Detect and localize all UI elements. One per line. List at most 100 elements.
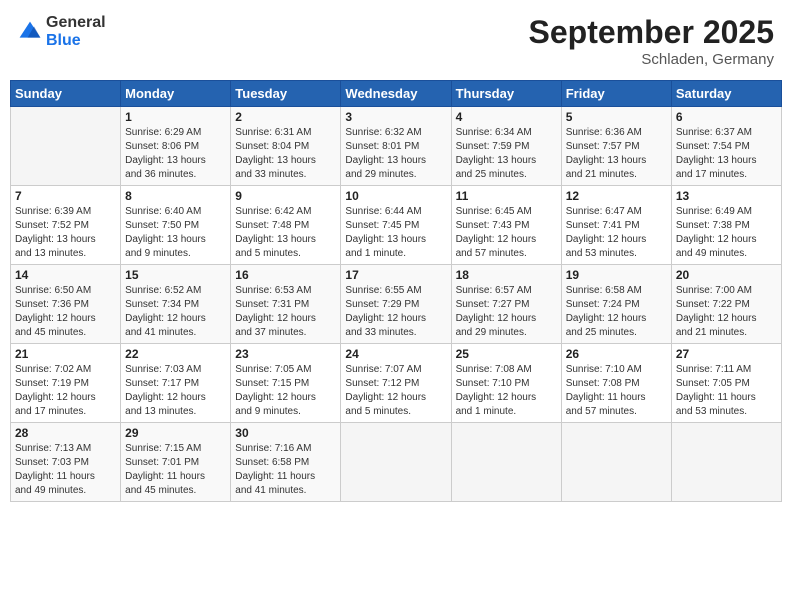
day-info: Sunrise: 6:44 AM Sunset: 7:45 PM Dayligh…: [345, 205, 446, 261]
day-info: Sunrise: 6:29 AM Sunset: 8:06 PM Dayligh…: [125, 126, 226, 182]
calendar-cell: 14 Sunrise: 6:50 AM Sunset: 7:36 PM Dayli…: [11, 265, 121, 344]
calendar-cell: 23 Sunrise: 7:05 AM Sunset: 7:15 PM Dayli…: [231, 344, 341, 423]
day-number: 21: [15, 347, 116, 361]
day-info: Sunrise: 6:34 AM Sunset: 7:59 PM Dayligh…: [456, 126, 557, 182]
day-number: 18: [456, 268, 557, 282]
weekday-header-row: SundayMondayTuesdayWednesdayThursdayFrid…: [11, 81, 782, 107]
logo-blue-text: Blue: [46, 32, 106, 50]
day-info: Sunrise: 7:02 AM Sunset: 7:19 PM Dayligh…: [15, 363, 116, 419]
day-info: Sunrise: 6:36 AM Sunset: 7:57 PM Dayligh…: [566, 126, 667, 182]
logo-icon: [18, 20, 42, 44]
day-info: Sunrise: 7:13 AM Sunset: 7:03 PM Dayligh…: [15, 442, 116, 498]
calendar-cell: 4 Sunrise: 6:34 AM Sunset: 7:59 PM Daylig…: [451, 107, 561, 186]
day-number: 3: [345, 110, 446, 124]
day-number: 1: [125, 110, 226, 124]
day-number: 6: [676, 110, 777, 124]
calendar-cell: 7Sunrise: 6:39 AM Sunset: 7:52 PM Daylig…: [11, 186, 121, 265]
day-number: 4: [456, 110, 557, 124]
calendar-cell: 25 Sunrise: 7:08 AM Sunset: 7:10 PM Dayli…: [451, 344, 561, 423]
day-info: Sunrise: 6:42 AM Sunset: 7:48 PM Dayligh…: [235, 205, 336, 261]
calendar-cell: 18 Sunrise: 6:57 AM Sunset: 7:27 PM Dayli…: [451, 265, 561, 344]
day-number: 17: [345, 268, 446, 282]
calendar-cell: 11 Sunrise: 6:45 AM Sunset: 7:43 PM Dayli…: [451, 186, 561, 265]
day-number: 29: [125, 426, 226, 440]
day-info: Sunrise: 6:57 AM Sunset: 7:27 PM Dayligh…: [456, 284, 557, 340]
calendar-cell: 22Sunrise: 7:03 AM Sunset: 7:17 PM Dayli…: [121, 344, 231, 423]
day-info: Sunrise: 6:40 AM Sunset: 7:50 PM Dayligh…: [125, 205, 226, 261]
calendar-cell: 24Sunrise: 7:07 AM Sunset: 7:12 PM Dayli…: [341, 344, 451, 423]
day-number: 20: [676, 268, 777, 282]
weekday-header-friday: Friday: [561, 81, 671, 107]
calendar-cell: 19 Sunrise: 6:58 AM Sunset: 7:24 PM Dayli…: [561, 265, 671, 344]
day-number: 25: [456, 347, 557, 361]
day-number: 13: [676, 189, 777, 203]
day-info: Sunrise: 7:00 AM Sunset: 7:22 PM Dayligh…: [676, 284, 777, 340]
calendar-cell: 2Sunrise: 6:31 AM Sunset: 8:04 PM Daylig…: [231, 107, 341, 186]
day-info: Sunrise: 6:37 AM Sunset: 7:54 PM Dayligh…: [676, 126, 777, 182]
day-number: 9: [235, 189, 336, 203]
day-number: 15: [125, 268, 226, 282]
calendar-cell: 1 Sunrise: 6:29 AM Sunset: 8:06 PM Daylig…: [121, 107, 231, 186]
day-number: 11: [456, 189, 557, 203]
logo-general-text: General: [46, 14, 106, 32]
day-number: 12: [566, 189, 667, 203]
calendar-cell: 9 Sunrise: 6:42 AM Sunset: 7:48 PM Daylig…: [231, 186, 341, 265]
day-number: 8: [125, 189, 226, 203]
calendar-table: SundayMondayTuesdayWednesdayThursdayFrid…: [10, 80, 782, 502]
day-number: 14: [15, 268, 116, 282]
day-info: Sunrise: 7:11 AM Sunset: 7:05 PM Dayligh…: [676, 363, 777, 419]
month-title: September 2025: [529, 14, 774, 51]
calendar-cell: 5 Sunrise: 6:36 AM Sunset: 7:57 PM Daylig…: [561, 107, 671, 186]
day-info: Sunrise: 6:45 AM Sunset: 7:43 PM Dayligh…: [456, 205, 557, 261]
day-number: 28: [15, 426, 116, 440]
weekday-header-tuesday: Tuesday: [231, 81, 341, 107]
day-info: Sunrise: 6:58 AM Sunset: 7:24 PM Dayligh…: [566, 284, 667, 340]
weekday-header-monday: Monday: [121, 81, 231, 107]
week-row-5: 28 Sunrise: 7:13 AM Sunset: 7:03 PM Dayli…: [11, 423, 782, 502]
day-number: 26: [566, 347, 667, 361]
day-info: Sunrise: 6:49 AM Sunset: 7:38 PM Dayligh…: [676, 205, 777, 261]
day-info: Sunrise: 7:15 AM Sunset: 7:01 PM Dayligh…: [125, 442, 226, 498]
day-info: Sunrise: 6:52 AM Sunset: 7:34 PM Dayligh…: [125, 284, 226, 340]
week-row-4: 21 Sunrise: 7:02 AM Sunset: 7:19 PM Dayli…: [11, 344, 782, 423]
logo: General Blue: [18, 14, 106, 49]
day-number: 2: [235, 110, 336, 124]
day-number: 16: [235, 268, 336, 282]
day-info: Sunrise: 6:32 AM Sunset: 8:01 PM Dayligh…: [345, 126, 446, 182]
calendar-cell: 17 Sunrise: 6:55 AM Sunset: 7:29 PM Dayli…: [341, 265, 451, 344]
calendar-cell: 8 Sunrise: 6:40 AM Sunset: 7:50 PM Daylig…: [121, 186, 231, 265]
calendar-cell: [561, 423, 671, 502]
day-info: Sunrise: 6:55 AM Sunset: 7:29 PM Dayligh…: [345, 284, 446, 340]
calendar-cell: 10 Sunrise: 6:44 AM Sunset: 7:45 PM Dayli…: [341, 186, 451, 265]
day-number: 30: [235, 426, 336, 440]
day-number: 7: [15, 189, 116, 203]
calendar-cell: [341, 423, 451, 502]
day-number: 19: [566, 268, 667, 282]
calendar-cell: 16 Sunrise: 6:53 AM Sunset: 7:31 PM Dayli…: [231, 265, 341, 344]
day-info: Sunrise: 7:10 AM Sunset: 7:08 PM Dayligh…: [566, 363, 667, 419]
calendar-cell: [11, 107, 121, 186]
calendar-cell: 6 Sunrise: 6:37 AM Sunset: 7:54 PM Daylig…: [671, 107, 781, 186]
day-info: Sunrise: 7:16 AM Sunset: 6:58 PM Dayligh…: [235, 442, 336, 498]
day-number: 10: [345, 189, 446, 203]
day-info: Sunrise: 7:08 AM Sunset: 7:10 PM Dayligh…: [456, 363, 557, 419]
calendar-cell: 26 Sunrise: 7:10 AM Sunset: 7:08 PM Dayli…: [561, 344, 671, 423]
day-info: Sunrise: 6:50 AM Sunset: 7:36 PM Dayligh…: [15, 284, 116, 340]
day-info: Sunrise: 6:53 AM Sunset: 7:31 PM Dayligh…: [235, 284, 336, 340]
calendar-cell: 15 Sunrise: 6:52 AM Sunset: 7:34 PM Dayli…: [121, 265, 231, 344]
location-title: Schladen, Germany: [529, 51, 774, 68]
day-number: 5: [566, 110, 667, 124]
week-row-2: 7Sunrise: 6:39 AM Sunset: 7:52 PM Daylig…: [11, 186, 782, 265]
calendar-cell: 20 Sunrise: 7:00 AM Sunset: 7:22 PM Dayli…: [671, 265, 781, 344]
calendar-cell: 3 Sunrise: 6:32 AM Sunset: 8:01 PM Daylig…: [341, 107, 451, 186]
week-row-3: 14 Sunrise: 6:50 AM Sunset: 7:36 PM Dayli…: [11, 265, 782, 344]
day-info: Sunrise: 7:05 AM Sunset: 7:15 PM Dayligh…: [235, 363, 336, 419]
page-header: General Blue September 2025 Schladen, Ge…: [10, 10, 782, 72]
day-info: Sunrise: 6:47 AM Sunset: 7:41 PM Dayligh…: [566, 205, 667, 261]
day-info: Sunrise: 7:03 AM Sunset: 7:17 PM Dayligh…: [125, 363, 226, 419]
day-number: 23: [235, 347, 336, 361]
calendar-cell: 28 Sunrise: 7:13 AM Sunset: 7:03 PM Dayli…: [11, 423, 121, 502]
calendar-cell: 29 Sunrise: 7:15 AM Sunset: 7:01 PM Dayli…: [121, 423, 231, 502]
weekday-header-saturday: Saturday: [671, 81, 781, 107]
calendar-cell: [451, 423, 561, 502]
